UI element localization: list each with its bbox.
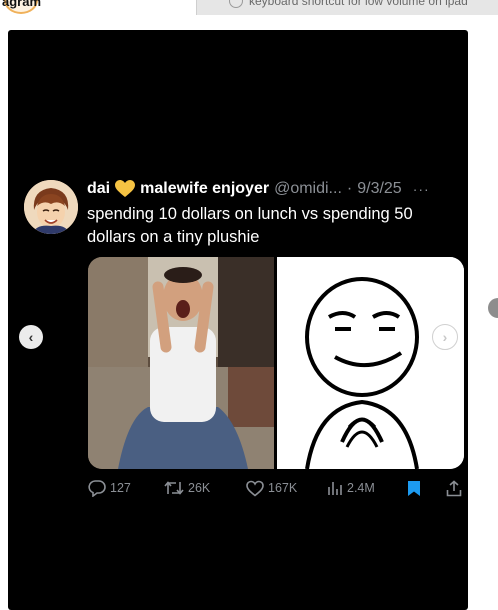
next-image-button[interactable]: › — [432, 324, 458, 350]
tab-search[interactable]: keyboard shortcut for low volume on ipad — [196, 0, 498, 15]
retweet-count: 26K — [188, 481, 211, 495]
display-name-suffix[interactable]: malewife enjoyer — [140, 180, 269, 198]
chevron-left-icon: ‹ — [28, 329, 34, 345]
yellow-heart-icon — [115, 180, 136, 197]
smug-face-image[interactable] — [277, 257, 464, 469]
user-handle[interactable]: @omidi... — [274, 180, 342, 198]
tweet-text: spending 10 dollars on lunch vs spending… — [87, 205, 413, 246]
next-post-button[interactable] — [488, 298, 498, 318]
separator-dot: · — [346, 180, 353, 197]
reply-count: 127 — [110, 481, 131, 495]
display-name[interactable]: dai — [87, 180, 110, 198]
retweet-button[interactable]: 26K — [164, 478, 210, 498]
media-grid — [88, 257, 464, 469]
reply-button[interactable]: 127 — [88, 478, 131, 498]
reply-icon — [88, 480, 106, 497]
post-date[interactable]: 9/3/25 — [357, 180, 401, 198]
tab-instagram[interactable]: agram — [0, 0, 196, 15]
share-icon — [446, 479, 462, 496]
heart-outline-icon — [246, 480, 264, 497]
tweet-actions: 127 26K 167K 2.4M — [88, 478, 464, 500]
smug-face-illustration — [277, 257, 464, 469]
tab-label: agram — [2, 0, 42, 9]
chevron-right-icon: › — [442, 329, 448, 345]
like-count: 167K — [268, 481, 298, 495]
views-button[interactable]: 2.4M — [327, 478, 375, 498]
view-count: 2.4M — [347, 481, 375, 495]
tweet-header: dai malewife enjoyer @omidi... · 9/3/25 … — [87, 178, 430, 200]
browser-tab-bar: agram keyboard shortcut for low volume o… — [0, 0, 498, 15]
crying-man-image[interactable] — [88, 257, 274, 469]
bookmark-button[interactable] — [407, 478, 421, 498]
retweet-icon — [164, 481, 184, 495]
globe-icon — [229, 0, 243, 8]
previous-slide-button[interactable]: ‹ — [19, 325, 43, 349]
avatar-illustration — [24, 180, 78, 234]
like-button[interactable]: 167K — [246, 478, 297, 498]
views-bar-chart-icon — [328, 482, 342, 495]
share-button[interactable] — [446, 478, 462, 498]
more-options-icon[interactable]: ··· — [413, 181, 430, 197]
crying-man-illustration — [88, 257, 274, 469]
avatar — [24, 180, 78, 234]
tab-label: keyboard shortcut for low volume on ipad — [249, 0, 468, 8]
bookmark-filled-icon — [408, 480, 420, 496]
